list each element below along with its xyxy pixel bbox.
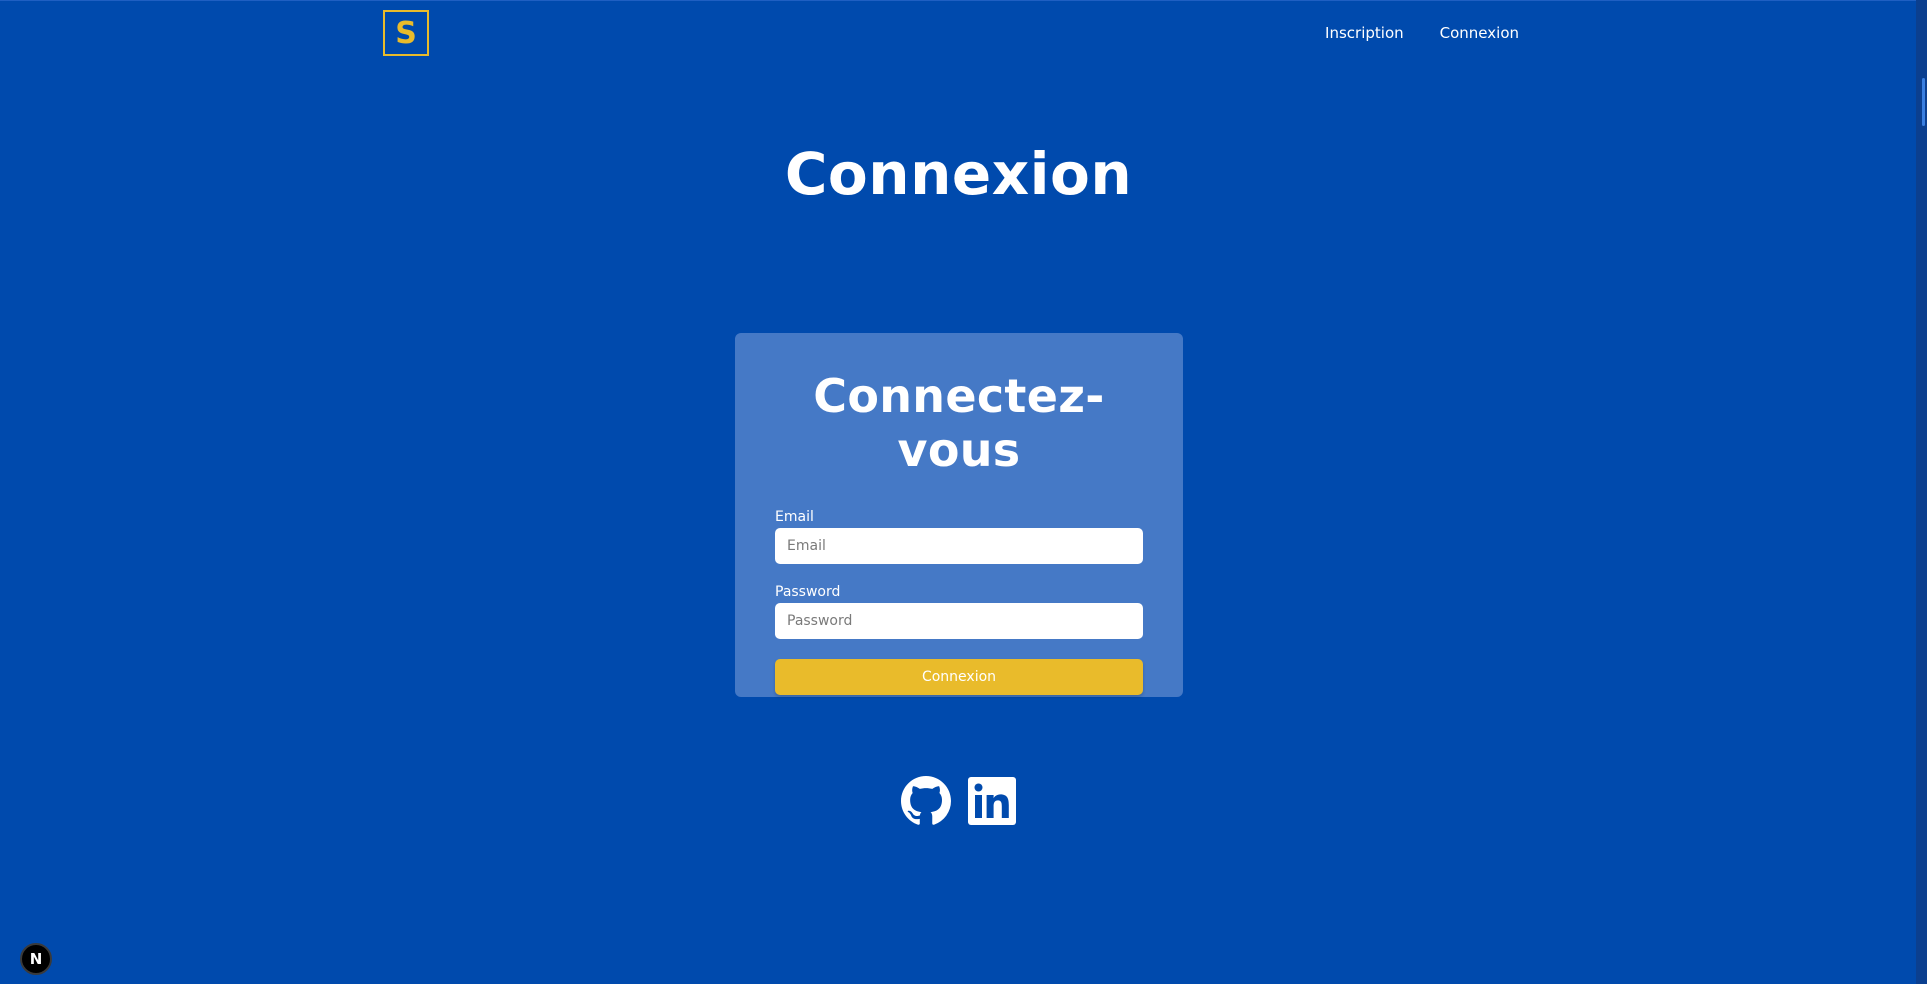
github-link[interactable]	[900, 776, 951, 826]
email-label: Email	[775, 509, 814, 525]
top-nav: Inscription Connexion	[1325, 24, 1519, 42]
linkedin-icon	[967, 777, 1016, 825]
logo[interactable]: S	[383, 10, 429, 56]
login-submit-button[interactable]: Connexion	[775, 659, 1143, 695]
logo-letter: S	[395, 15, 417, 51]
linkedin-link[interactable]	[967, 776, 1017, 826]
top-edge-divider	[0, 0, 1927, 1]
nav-link-inscription[interactable]: Inscription	[1325, 24, 1404, 42]
github-icon	[900, 776, 951, 825]
page-scrollbar-thumb[interactable]	[1922, 78, 1925, 126]
social-links	[0, 776, 1917, 826]
nextjs-dev-badge[interactable]: N	[20, 943, 52, 975]
page-title: Connexion	[784, 140, 1133, 208]
password-field[interactable]	[775, 603, 1143, 639]
nextjs-icon: N	[29, 950, 43, 968]
nav-link-connexion[interactable]: Connexion	[1440, 24, 1519, 42]
page-scrollbar[interactable]	[1916, 0, 1927, 984]
password-label: Password	[775, 584, 841, 600]
login-card: Connectez-vous Email Password Connexion	[735, 333, 1183, 697]
email-field[interactable]	[775, 528, 1143, 564]
login-card-title: Connectez-vous	[813, 369, 1105, 477]
